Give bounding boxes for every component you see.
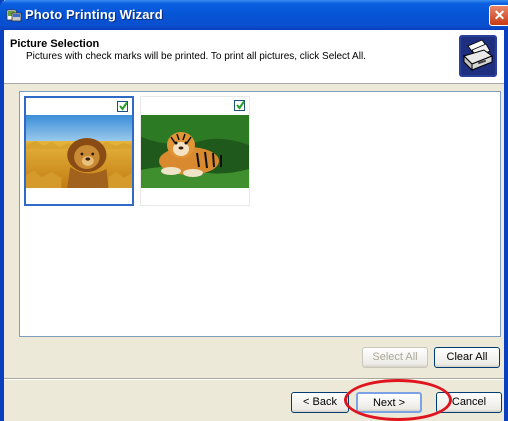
picture-item-lion[interactable] [24,96,134,206]
photo-printing-wizard-window: Photo Printing Wizard ✕ Picture Selectio… [0,0,508,421]
back-button[interactable]: < Back [291,392,349,413]
page-title: Picture Selection [10,38,100,50]
select-all-button[interactable]: Select All [362,347,428,368]
title-bar[interactable]: Photo Printing Wizard ✕ [0,0,508,30]
next-highlight-annotation [344,379,452,421]
window-title: Photo Printing Wizard [25,7,163,22]
content-area: Select All Clear All [4,85,504,368]
back-label: < Back [303,396,337,408]
clear-all-label: Clear All [446,351,488,363]
clear-all-button[interactable]: Clear All [434,347,500,368]
check-icon [236,100,245,110]
wizard-header: Picture Selection Pictures with check ma… [4,30,504,84]
printer-photos-icon [459,35,497,77]
picture-list[interactable] [19,91,501,337]
close-button[interactable]: ✕ [489,5,508,26]
picture-checkbox[interactable] [117,101,128,112]
picture-checkbox[interactable] [234,100,245,111]
tiger-photo [141,115,249,188]
wizard-app-icon [6,9,22,22]
footer-separator [4,378,504,380]
lion-photo [26,115,132,188]
picture-item-tiger[interactable] [140,96,250,206]
check-icon [119,101,128,111]
cancel-label: Cancel [451,396,487,408]
select-all-label: Select All [372,351,418,363]
page-description: Pictures with check marks will be printe… [26,51,366,62]
close-icon: ✕ [493,7,506,23]
